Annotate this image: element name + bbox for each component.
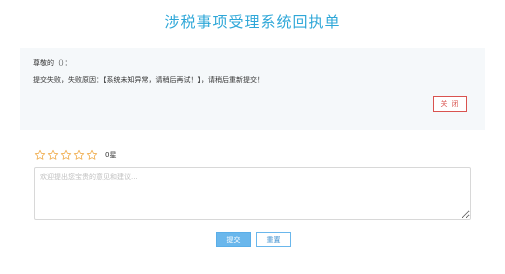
greeting-text: 尊敬的（）： xyxy=(33,59,72,67)
star-rating: 0星 xyxy=(34,148,116,162)
rating-score: 0星 xyxy=(105,150,117,159)
failure-message: 提交失败，失败原因：【系统未知异常，请稍后再试！】，请稍后重新提交！ xyxy=(33,76,264,84)
receipt-panel: 尊敬的（）： 提交失败，失败原因：【系统未知异常，请稍后再试！】，请稍后重新提交… xyxy=(20,48,485,130)
star-icon[interactable] xyxy=(60,149,73,161)
page-title: 涉税事项受理系统回执单 xyxy=(164,13,341,31)
close-button[interactable]: 关 闭 xyxy=(433,96,467,112)
comment-textarea[interactable] xyxy=(34,167,471,220)
reset-button[interactable]: 重置 xyxy=(256,232,291,247)
submit-button[interactable]: 提交 xyxy=(216,232,251,247)
star-icon[interactable] xyxy=(34,149,47,161)
star-icon[interactable] xyxy=(47,149,60,161)
star-icon[interactable] xyxy=(86,149,99,161)
star-icon[interactable] xyxy=(73,149,86,161)
